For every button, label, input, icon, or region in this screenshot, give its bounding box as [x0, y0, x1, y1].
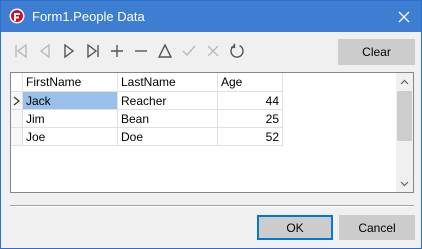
delete-icon: [135, 50, 147, 52]
post-record-button[interactable]: [179, 41, 199, 61]
cell-age[interactable]: 44: [218, 92, 283, 110]
table-row[interactable]: Jack Reacher 44: [11, 92, 283, 110]
cell-firstname[interactable]: Jack: [23, 92, 118, 110]
footer-divider: [10, 205, 414, 207]
previous-record-button[interactable]: [35, 41, 55, 61]
cell-firstname[interactable]: Joe: [23, 128, 118, 146]
table-row[interactable]: Joe Doe 52: [11, 128, 283, 146]
next-record-icon: [64, 43, 75, 59]
last-record-button[interactable]: [83, 41, 103, 61]
cell-firstname[interactable]: Jim: [23, 110, 118, 128]
app-icon: [9, 8, 25, 24]
chevron-up-icon: [400, 79, 409, 84]
cancel-button[interactable]: Cancel: [339, 215, 415, 240]
cell-age[interactable]: 25: [218, 110, 283, 128]
delete-record-button[interactable]: [131, 41, 151, 61]
first-record-icon: [15, 43, 27, 59]
next-record-button[interactable]: [59, 41, 79, 61]
cell-lastname[interactable]: Bean: [118, 110, 218, 128]
add-icon: [111, 45, 123, 57]
chevron-down-icon: [400, 181, 409, 186]
scroll-down-button[interactable]: [396, 175, 413, 192]
title-bar[interactable]: Form1.People Data: [1, 1, 421, 32]
clear-button[interactable]: Clear: [338, 39, 415, 65]
ok-button[interactable]: OK: [257, 215, 333, 240]
edit-icon: [157, 43, 173, 58]
cell-age[interactable]: 52: [218, 128, 283, 146]
previous-record-icon: [39, 43, 50, 59]
cell-lastname[interactable]: Reacher: [118, 92, 218, 110]
scroll-up-button[interactable]: [396, 73, 413, 90]
cancel-edit-icon: [207, 45, 219, 57]
row-indicator-header: [11, 73, 23, 92]
column-header-lastname[interactable]: LastName: [118, 73, 218, 92]
last-record-icon: [87, 43, 99, 59]
close-button[interactable]: [387, 1, 421, 32]
add-record-button[interactable]: [107, 41, 127, 61]
people-grid[interactable]: FirstName LastName Age Jack Reacher 44 J…: [10, 72, 414, 193]
post-icon: [182, 45, 196, 57]
close-icon: [398, 11, 410, 22]
refresh-icon: [230, 43, 244, 58]
window-title: Form1.People Data: [32, 9, 145, 24]
row-indicator[interactable]: [11, 92, 23, 110]
refresh-button[interactable]: [227, 41, 247, 61]
row-indicator[interactable]: [11, 110, 23, 128]
table-row[interactable]: Jim Bean 25: [11, 110, 283, 128]
current-row-arrow-icon: [13, 96, 20, 106]
cell-lastname[interactable]: Doe: [118, 128, 218, 146]
grid-header: FirstName LastName Age: [11, 73, 283, 92]
scroll-thumb[interactable]: [397, 91, 412, 141]
dialog-window: Form1.People Data Clear FirstName LastNa…: [0, 0, 422, 249]
row-indicator[interactable]: [11, 128, 23, 146]
column-header-firstname[interactable]: FirstName: [23, 73, 118, 92]
vertical-scrollbar[interactable]: [396, 73, 413, 192]
edit-record-button[interactable]: [155, 41, 175, 61]
cancel-edit-button[interactable]: [203, 41, 223, 61]
first-record-button[interactable]: [11, 41, 31, 61]
column-header-age[interactable]: Age: [218, 73, 283, 92]
